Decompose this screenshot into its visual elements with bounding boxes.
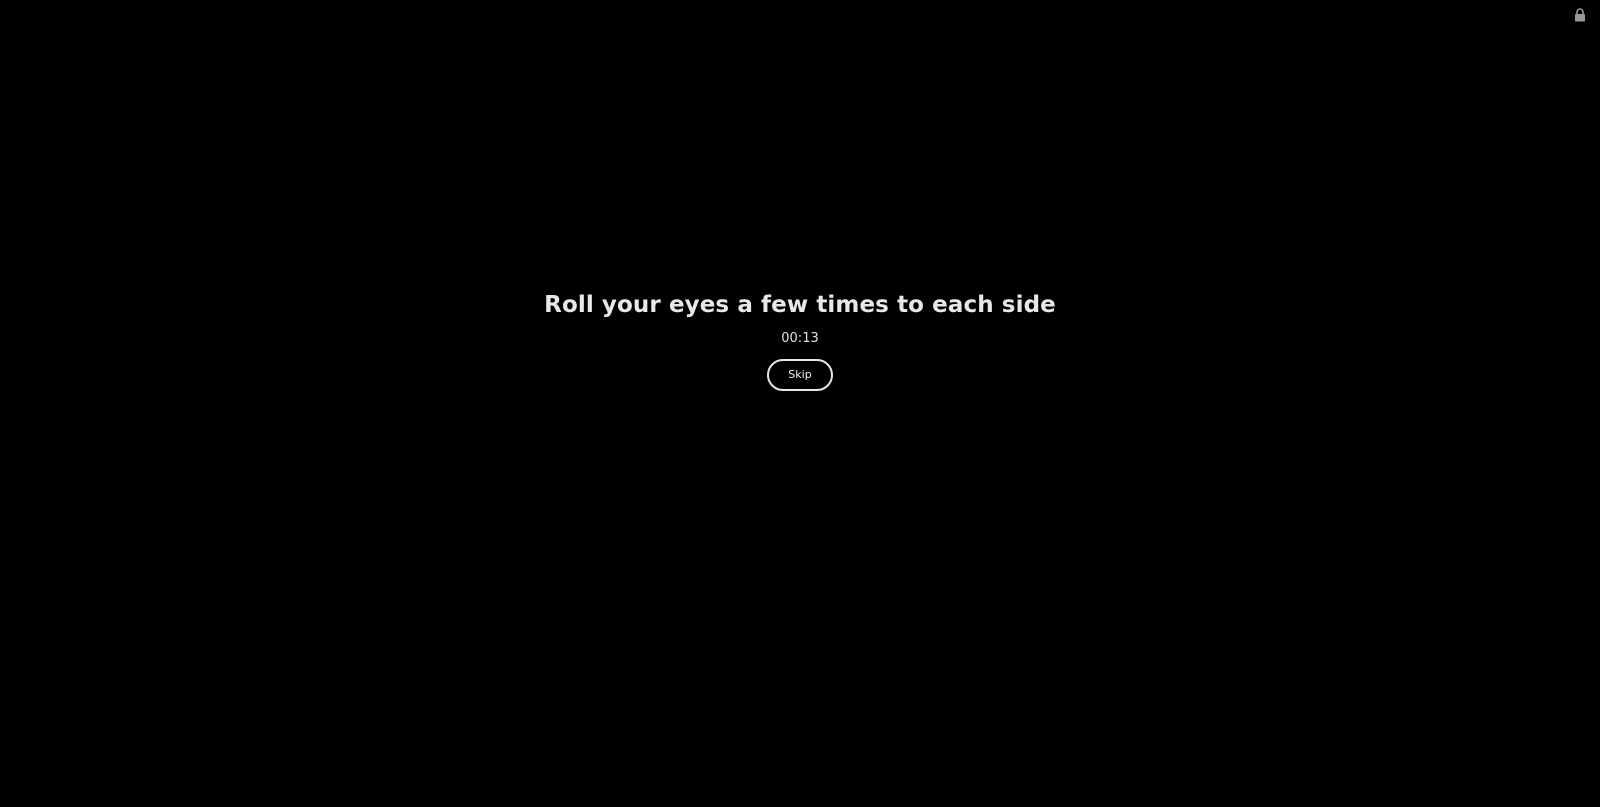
break-screen: Roll your eyes a few times to each side … [0, 0, 1600, 807]
skip-button[interactable]: Skip [767, 359, 833, 391]
lock-icon [1574, 8, 1586, 22]
countdown-timer: 00:13 [781, 331, 819, 346]
break-title: Roll your eyes a few times to each side [544, 292, 1056, 318]
lock-button[interactable] [1572, 6, 1588, 24]
break-content: Roll your eyes a few times to each side … [0, 287, 1600, 391]
